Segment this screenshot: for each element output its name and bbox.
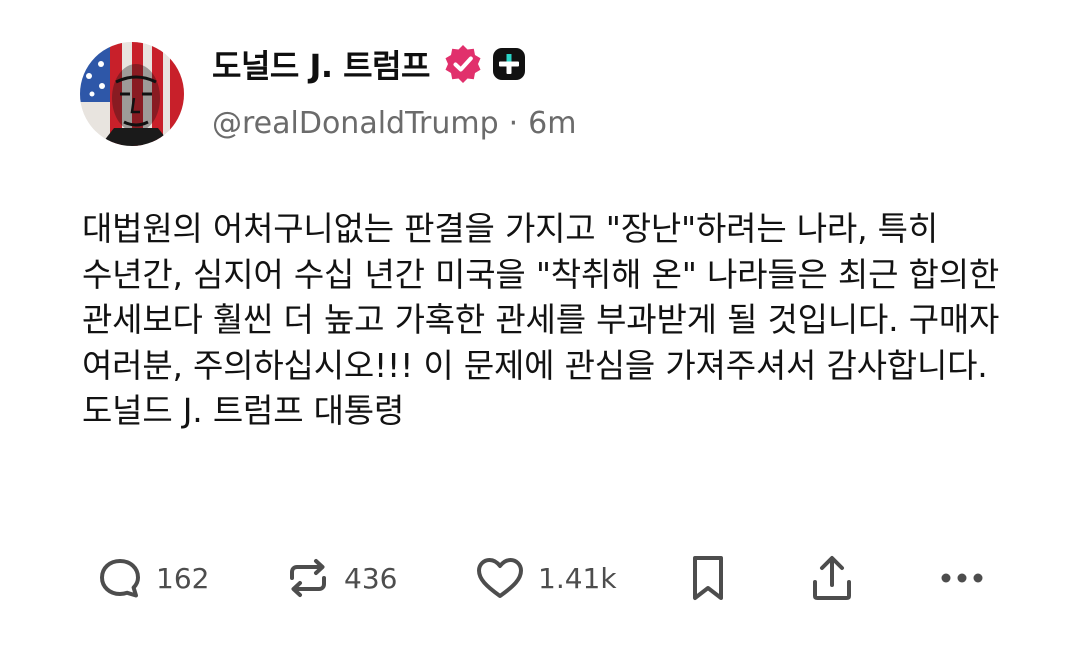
post-action-bar: 162 436 1.41k — [0, 550, 1080, 606]
repost-button[interactable]: 436 — [284, 550, 397, 606]
heart-icon — [474, 554, 526, 602]
like-button[interactable]: 1.41k — [474, 550, 617, 606]
repost-count: 436 — [344, 561, 398, 595]
like-count: 1.41k — [538, 561, 617, 595]
author-display-name[interactable]: 도널드 J. 트럼프 — [212, 41, 430, 87]
share-icon — [808, 552, 856, 604]
more-dots-icon — [938, 554, 986, 602]
plus-app-icon[interactable] — [492, 47, 526, 81]
bookmark-button[interactable] — [688, 550, 728, 606]
post-body-text: 대법원의 어처구니없는 판결을 가지고 "장난"하려는 나라, 특히 수년간, … — [82, 209, 1000, 430]
meta-separator: · — [508, 105, 519, 141]
post-timestamp[interactable]: 6m — [528, 106, 576, 141]
author-handle[interactable]: @realDonaldTrump — [212, 106, 499, 141]
avatar-image — [80, 42, 184, 146]
avatar[interactable] — [80, 42, 184, 146]
reply-bubble-icon — [96, 554, 144, 602]
reply-button[interactable]: 162 — [96, 550, 209, 606]
author-meta-row: @realDonaldTrump · 6m — [212, 103, 576, 143]
share-button[interactable] — [808, 550, 856, 606]
more-options-button[interactable] — [938, 550, 986, 606]
author-name-row: 도널드 J. 트럼프 — [212, 40, 526, 88]
bookmark-icon — [688, 552, 728, 604]
reply-count: 162 — [156, 561, 210, 595]
verified-badge-icon — [442, 43, 484, 85]
repost-icon — [284, 554, 332, 602]
